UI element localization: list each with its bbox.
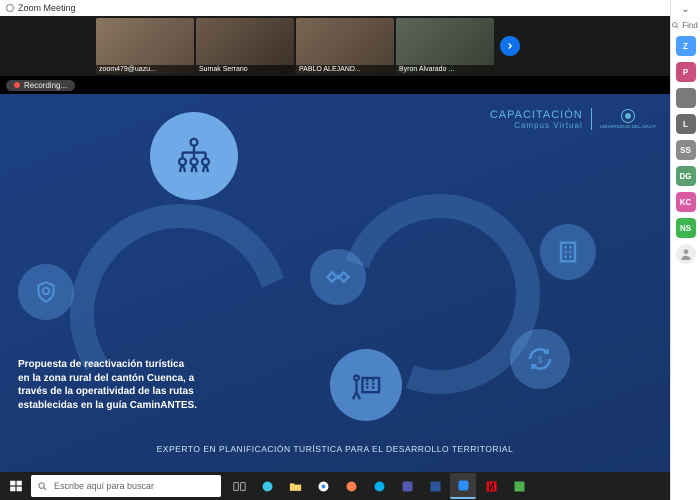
cycle-icon: $ — [510, 329, 570, 389]
org-chart-icon — [150, 112, 238, 200]
taskbar-app-zoom[interactable] — [450, 473, 476, 499]
participant-avatar[interactable]: Z — [676, 36, 696, 56]
participant-avatar[interactable]: P — [676, 62, 696, 82]
participant-avatar[interactable] — [676, 244, 696, 264]
handshake-icon — [310, 249, 366, 305]
zoom-icon — [456, 478, 471, 493]
participant-label: zoom479@uazu... — [96, 65, 194, 74]
window-title: Zoom Meeting — [18, 3, 76, 13]
record-icon — [14, 82, 20, 88]
slide-brand: CAPACITACIÓN Campus Virtual UNIVERSIDAD … — [490, 108, 656, 130]
window-icon — [6, 4, 14, 12]
decorative-arc — [34, 168, 326, 460]
find-participant[interactable]: Find — [671, 21, 698, 30]
chevron-right-icon — [505, 41, 515, 51]
university-logo: UNIVERSIDAD DEL AZUAY — [600, 109, 656, 129]
recording-label: Recording... — [24, 81, 67, 90]
taskbar-app[interactable] — [310, 473, 336, 499]
search-icon — [37, 481, 48, 492]
participant-tile[interactable]: Byron Alvarado ... — [396, 18, 494, 74]
presentation-icon — [330, 349, 402, 421]
search-icon — [671, 21, 680, 30]
shared-screen: CAPACITACIÓN Campus Virtual UNIVERSIDAD … — [0, 94, 670, 472]
participant-tile[interactable]: zoom479@uazu... — [96, 18, 194, 74]
windows-taskbar: Escribe aquí para buscar — [0, 472, 670, 500]
edge-icon — [260, 479, 275, 494]
gallery-next-button[interactable] — [500, 36, 520, 56]
windows-icon — [9, 479, 23, 493]
teams-icon — [400, 479, 415, 494]
participant-avatar[interactable]: SS — [676, 140, 696, 160]
app-icon — [512, 479, 527, 494]
netflix-icon — [484, 479, 499, 494]
skype-icon — [372, 479, 387, 494]
shield-icon — [18, 264, 74, 320]
participant-label: Sumak Serrano — [196, 65, 294, 74]
brand-line2: Campus Virtual — [490, 121, 583, 130]
taskbar-app[interactable] — [394, 473, 420, 499]
brand-line1: CAPACITACIÓN — [490, 109, 583, 121]
video-gallery: zoom479@uazu... Sumak Serrano PABLO ALEJ… — [0, 16, 670, 76]
taskbar-app[interactable] — [366, 473, 392, 499]
participant-tile[interactable]: PABLO ALEJAND... — [296, 18, 394, 74]
participants-sidebar: ⌄ Find Z P L SS DG KC NS — [670, 0, 700, 500]
participant-avatar[interactable]: NS — [676, 218, 696, 238]
search-placeholder: Escribe aquí para buscar — [54, 481, 154, 491]
taskbar-search[interactable]: Escribe aquí para buscar — [31, 475, 221, 497]
participant-tile[interactable]: Sumak Serrano — [196, 18, 294, 74]
taskbar-app[interactable] — [254, 473, 280, 499]
task-view-icon — [232, 479, 247, 494]
start-button[interactable] — [2, 472, 30, 500]
collapse-button[interactable]: ⌄ — [681, 4, 689, 15]
window-titlebar: Zoom Meeting — [0, 0, 670, 16]
recording-bar: Recording... — [0, 76, 670, 94]
taskbar-app[interactable] — [506, 473, 532, 499]
slide-caption: Propuesta de reactivación turística en l… — [18, 358, 198, 412]
svg-text:$: $ — [538, 355, 543, 365]
app-icon — [344, 479, 359, 494]
participant-avatar[interactable] — [676, 88, 696, 108]
participant-label: PABLO ALEJAND... — [296, 65, 394, 74]
taskbar-app[interactable] — [422, 473, 448, 499]
chrome-icon — [316, 479, 331, 494]
taskbar-app[interactable] — [478, 473, 504, 499]
participant-avatar[interactable]: KC — [676, 192, 696, 212]
recording-indicator[interactable]: Recording... — [6, 80, 75, 91]
slide-footer: EXPERTO EN PLANIFICACIÓN TURÍSTICA PARA … — [0, 444, 670, 454]
participant-label: Byron Alvarado ... — [396, 65, 494, 74]
taskbar-app[interactable] — [282, 473, 308, 499]
participant-avatar[interactable]: DG — [676, 166, 696, 186]
taskbar-app[interactable] — [338, 473, 364, 499]
word-icon — [428, 479, 443, 494]
person-icon — [679, 247, 693, 261]
participant-avatar[interactable]: L — [676, 114, 696, 134]
task-view-button[interactable] — [226, 473, 252, 499]
building-icon — [540, 224, 596, 280]
folder-icon — [288, 479, 303, 494]
